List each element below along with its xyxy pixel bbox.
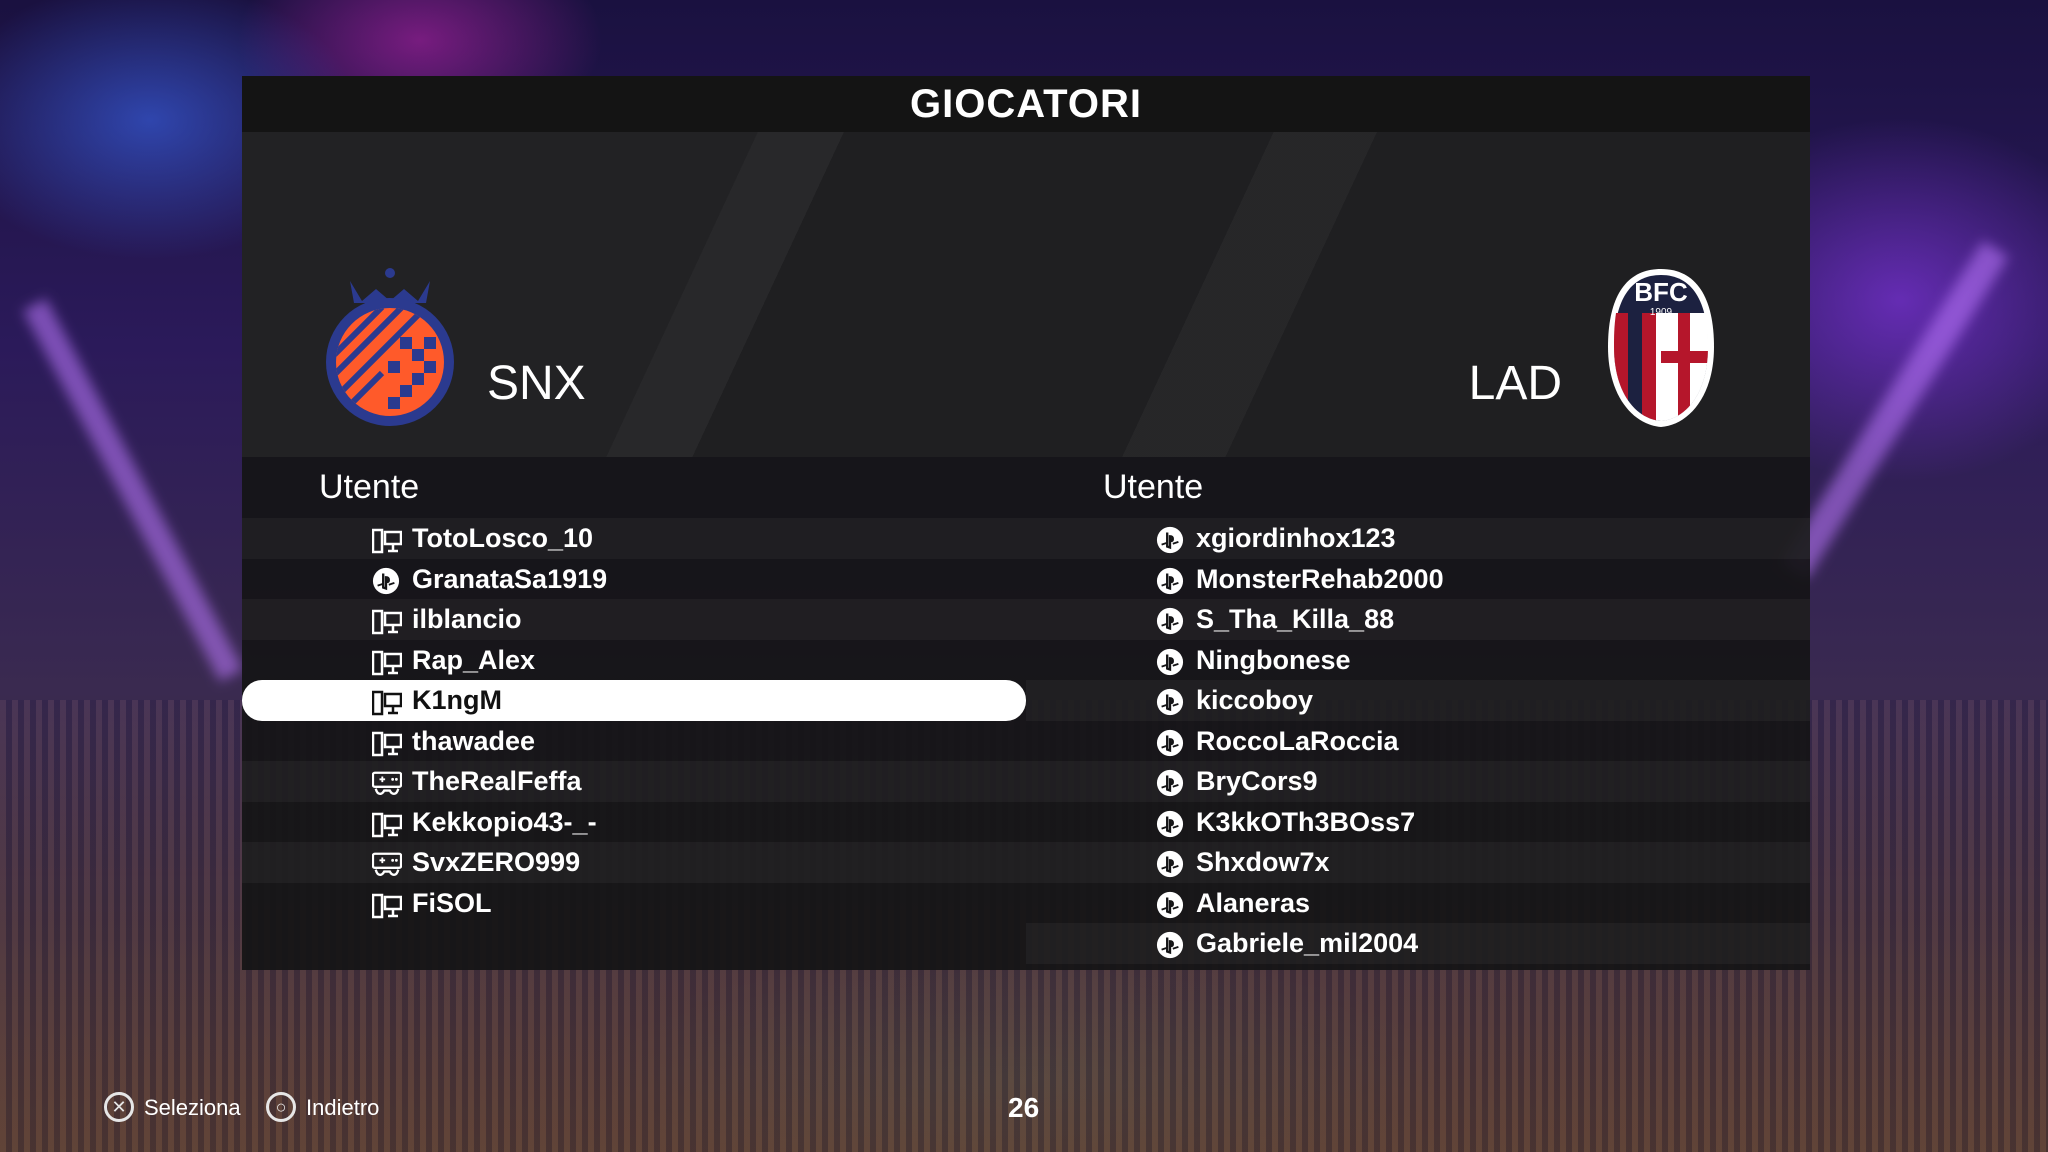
select-label: Seleziona xyxy=(144,1095,241,1120)
circle-button-icon: ○ xyxy=(266,1092,296,1122)
pc-icon xyxy=(371,606,403,635)
player-name: Shxdow7x xyxy=(1196,847,1330,877)
home-column-header: Utente xyxy=(319,468,420,506)
pc-icon xyxy=(371,687,403,716)
home-player-row[interactable]: TheRealFeffa xyxy=(242,761,1026,802)
away-player-row[interactable]: Alaneras xyxy=(1026,883,1810,924)
away-player-row[interactable]: RoccoLaRoccia xyxy=(1026,721,1810,762)
away-crest-text: BFC xyxy=(1634,277,1688,307)
home-player-row[interactable]: SvxZERO999 xyxy=(242,842,1026,883)
pc-icon xyxy=(371,525,403,554)
pc-icon xyxy=(371,647,403,675)
player-name: Gabriele_mil2004 xyxy=(1196,928,1419,958)
player-name: TotoLosco_10 xyxy=(412,523,594,553)
home-team-crest xyxy=(326,268,454,426)
countdown-timer: 26 xyxy=(1008,1092,1040,1123)
away-player-row[interactable]: S_Tha_Killa_88 xyxy=(1026,599,1810,640)
pc-icon xyxy=(371,728,403,756)
playstation-icon xyxy=(1156,849,1186,878)
player-name: Rap_Alex xyxy=(412,644,536,675)
home-player-row[interactable]: FiSOL xyxy=(242,883,1026,924)
home-team-name: SNX xyxy=(487,357,586,410)
away-player-list: xgiordinhox123 MonsterRehab2000 S_Tha_Kill… xyxy=(1026,518,1810,964)
home-player-row[interactable]: Kekkopio43-_- xyxy=(242,802,1026,843)
player-name: SvxZERO999 xyxy=(412,847,581,877)
home-player-row[interactable]: Rap_Alex xyxy=(242,640,1026,681)
player-name: TheRealFeffa xyxy=(412,766,582,796)
away-player-row[interactable]: kiccoboy xyxy=(1026,680,1810,721)
player-name: K3kkOTh3BOss7 xyxy=(1196,806,1416,837)
playstation-icon xyxy=(1156,809,1186,837)
away-team-name: LAD xyxy=(1468,357,1562,410)
away-player-row[interactable]: xgiordinhox123 xyxy=(1026,518,1810,559)
cross-button-icon: ✕ xyxy=(104,1092,134,1122)
playstation-icon xyxy=(1156,566,1186,594)
away-player-row[interactable]: MonsterRehab2000 xyxy=(1026,559,1810,600)
home-player-row[interactable]: K1ngM xyxy=(242,680,1026,721)
player-name: BryCors9 xyxy=(1196,766,1318,796)
controller-icon xyxy=(371,849,403,876)
away-crest-year: 1909 xyxy=(1650,307,1673,318)
player-name: xgiordinhox123 xyxy=(1196,523,1396,553)
playstation-icon xyxy=(372,566,402,594)
players-panel: GIOCATORI SNX LAD BFC 1909 Utente Utente… xyxy=(242,76,1810,970)
playstation-icon xyxy=(1156,687,1186,716)
away-player-row[interactable]: Gabriele_mil2004 xyxy=(1026,923,1810,964)
player-name: Ningbonese xyxy=(1196,644,1351,675)
pc-icon xyxy=(371,809,403,837)
player-name: Kekkopio43-_- xyxy=(412,806,597,837)
away-team-crest: BFC 1909 xyxy=(1608,269,1714,427)
back-label: Indietro xyxy=(306,1095,380,1120)
away-column-header: Utente xyxy=(1103,468,1204,506)
player-name: RoccoLaRoccia xyxy=(1196,725,1399,756)
away-player-row[interactable]: Shxdow7x xyxy=(1026,842,1810,883)
player-name: kiccoboy xyxy=(1196,685,1314,715)
playstation-icon xyxy=(1156,768,1186,797)
player-name: GranataSa1919 xyxy=(412,563,608,594)
player-name: ilblancio xyxy=(412,604,522,634)
playstation-icon xyxy=(1156,728,1186,756)
pc-icon xyxy=(371,890,403,918)
home-player-row[interactable]: GranataSa1919 xyxy=(242,559,1026,600)
away-player-row[interactable]: BryCors9 xyxy=(1026,761,1810,802)
playstation-icon xyxy=(1156,930,1186,959)
playstation-icon xyxy=(1156,647,1186,675)
away-player-row[interactable]: Ningbonese xyxy=(1026,640,1810,681)
home-player-row[interactable]: ilblancio xyxy=(242,599,1026,640)
home-player-row[interactable]: TotoLosco_10 xyxy=(242,518,1026,559)
away-player-row[interactable]: K3kkOTh3BOss7 xyxy=(1026,802,1810,843)
playstation-icon xyxy=(1156,606,1186,635)
player-name: Alaneras xyxy=(1196,887,1311,918)
teams-banner: SNX LAD BFC 1909 xyxy=(242,132,1810,457)
playstation-icon xyxy=(1156,890,1186,918)
playstation-icon xyxy=(1156,525,1186,554)
controller-icon xyxy=(371,768,403,795)
home-player-list: TotoLosco_10 GranataSa1919 ilblancio Rap_Al… xyxy=(242,518,1026,923)
page-title: GIOCATORI xyxy=(242,76,1810,132)
home-player-row[interactable]: thawadee xyxy=(242,721,1026,762)
player-name: thawadee xyxy=(412,725,536,756)
player-name: MonsterRehab2000 xyxy=(1196,563,1444,594)
player-name: FiSOL xyxy=(412,887,492,918)
player-name: K1ngM xyxy=(412,685,502,715)
player-name: S_Tha_Killa_88 xyxy=(1196,604,1395,634)
